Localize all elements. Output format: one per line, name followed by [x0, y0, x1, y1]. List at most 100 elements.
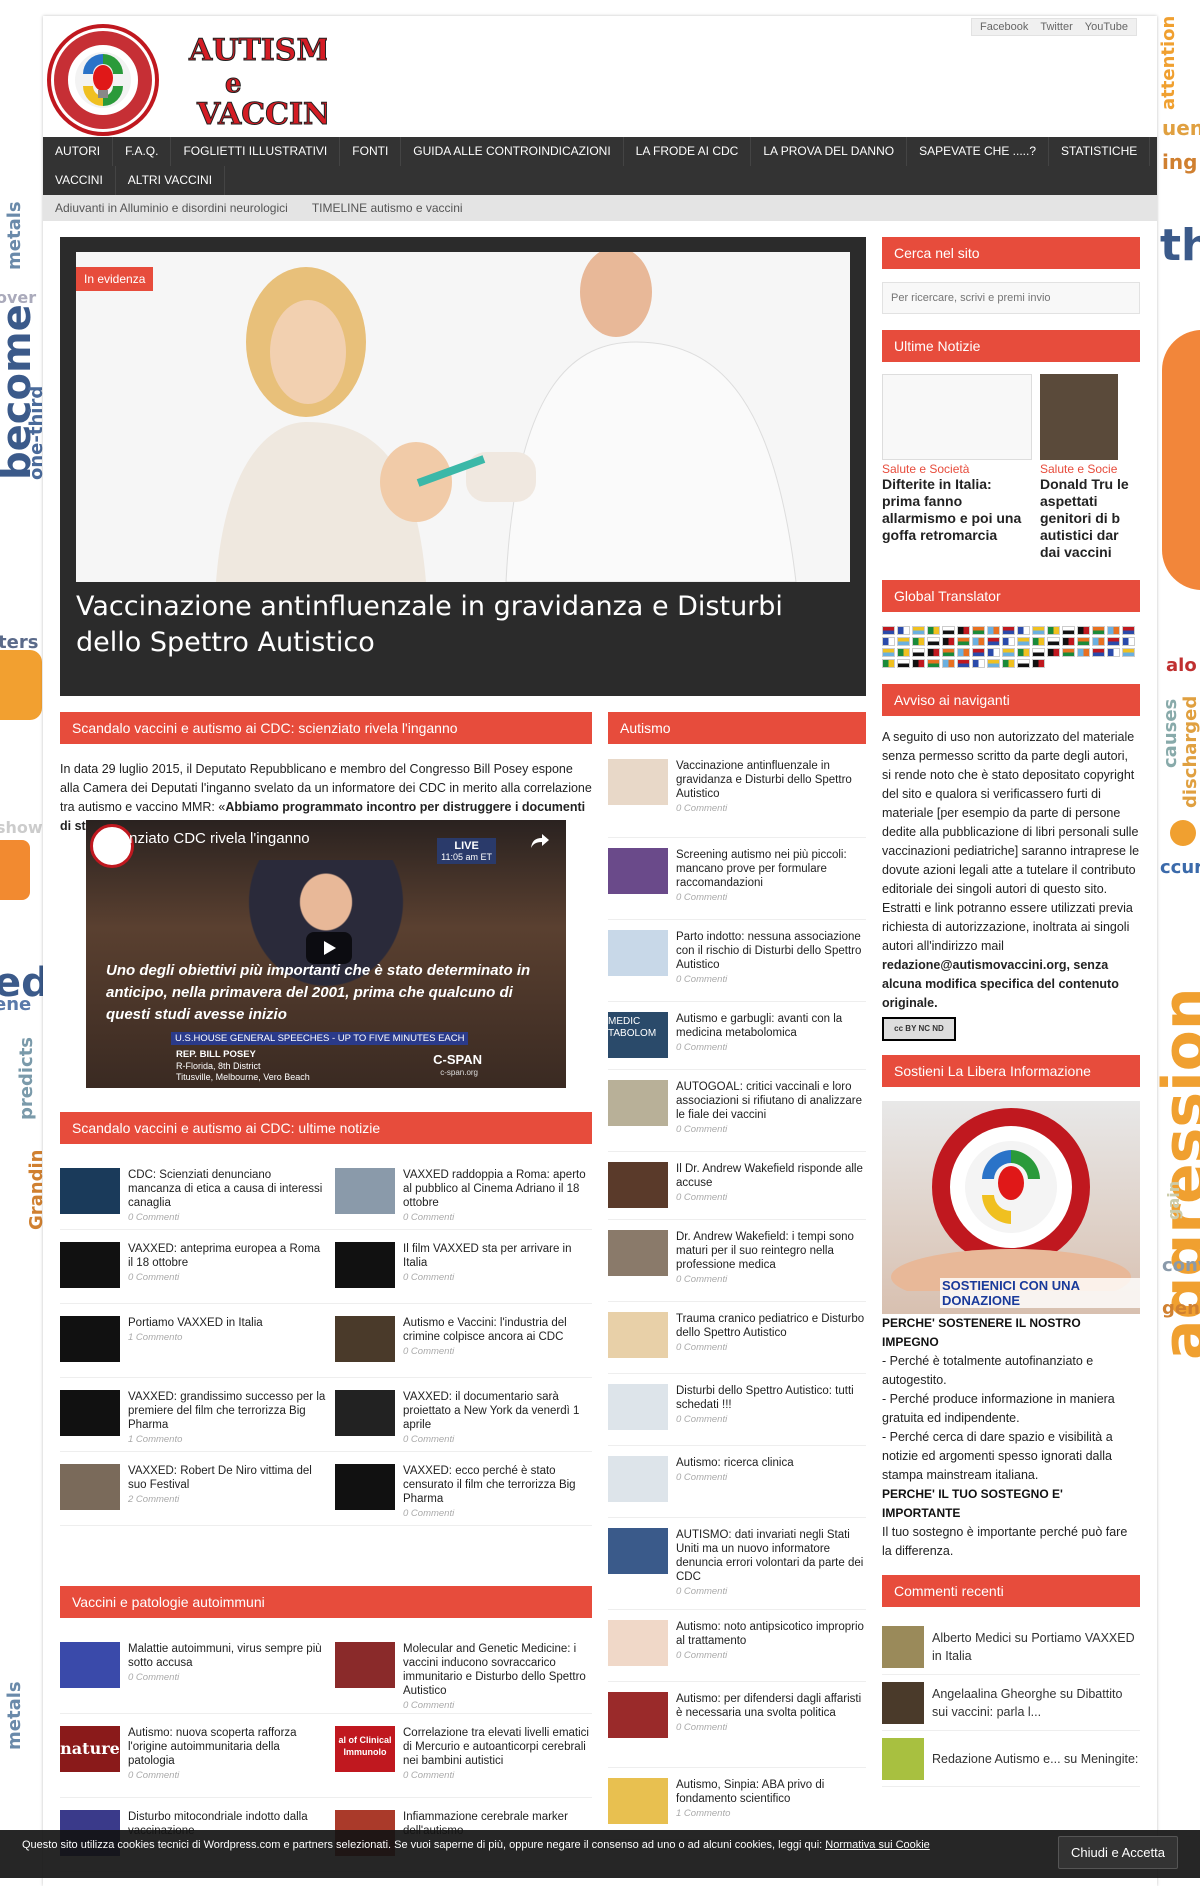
comment-count[interactable]: 0 Commenti [676, 1472, 794, 1483]
language-flag-icon[interactable] [987, 648, 1000, 657]
comment-count[interactable]: 2 Commenti [128, 1494, 326, 1505]
article-thumbnail[interactable] [335, 1642, 395, 1688]
language-flag-icon[interactable] [927, 648, 940, 657]
comment-count[interactable]: 0 Commenti [676, 974, 866, 985]
list-item[interactable]: Autismo: noto antipsicotico improprio al… [608, 1610, 866, 1682]
article-thumbnail[interactable] [608, 759, 668, 805]
list-item[interactable]: Portiamo VAXXED in Italia 1 Commento [60, 1304, 326, 1378]
list-item[interactable]: Autismo: ricerca clinica 0 Commenti [608, 1446, 866, 1518]
language-flag-icon[interactable] [1062, 648, 1075, 657]
cc-license-badge[interactable]: cc BY NC ND [882, 1017, 956, 1041]
twitter-link[interactable]: Twitter [1040, 21, 1072, 33]
list-item[interactable]: VAXXED: ecco perché è stato censurato il… [326, 1452, 592, 1526]
list-item[interactable]: Parto indotto: nessuna associazione con … [608, 920, 866, 1002]
article-thumbnail[interactable] [608, 1384, 668, 1430]
article-title[interactable]: VAXXED: il documentario sarà proiettato … [403, 1390, 592, 1432]
language-flag-icon[interactable] [912, 648, 925, 657]
article-thumbnail[interactable] [335, 1464, 395, 1510]
article-thumbnail[interactable] [608, 1528, 668, 1574]
article-thumbnail[interactable] [608, 1692, 668, 1738]
article-thumbnail[interactable] [60, 1642, 120, 1688]
article-title[interactable]: Parto indotto: nessuna associazione con … [676, 930, 866, 972]
comment-count[interactable]: 1 Commento [128, 1434, 326, 1445]
site-logo[interactable]: AUTISMO e VACCINI [47, 20, 356, 138]
comment-count[interactable]: 0 Commenti [403, 1508, 592, 1519]
article-thumbnail[interactable] [608, 1162, 668, 1208]
list-item[interactable]: Autismo: per difendersi dagli affaristi … [608, 1682, 866, 1768]
language-flag-icon[interactable] [1077, 648, 1090, 657]
translator-flags[interactable] [882, 626, 1140, 668]
nav-autori[interactable]: AUTORI [43, 137, 114, 166]
comment-count[interactable]: 0 Commenti [128, 1770, 326, 1781]
nav-frode[interactable]: LA FRODE AI CDC [624, 137, 752, 166]
article-thumbnail[interactable] [335, 1168, 395, 1214]
article-thumbnail[interactable] [1040, 374, 1118, 460]
nav-prova[interactable]: LA PROVA DEL DANNO [751, 137, 908, 166]
language-flag-icon[interactable] [987, 626, 1000, 635]
list-item[interactable]: VAXXED: Robert De Niro vittima del suo F… [60, 1452, 326, 1526]
language-flag-icon[interactable] [1122, 637, 1135, 646]
language-flag-icon[interactable] [1002, 659, 1015, 668]
nav-statistiche[interactable]: STATISTICHE [1049, 137, 1151, 166]
comment-count[interactable]: 0 Commenti [676, 1342, 866, 1353]
recent-comment-text[interactable]: Angelaalina Gheorghe su Dibattito sui va… [932, 1685, 1140, 1721]
recent-comment[interactable]: Alberto Medici su Portiamo VAXXED in Ita… [882, 1619, 1140, 1675]
article-title[interactable]: Molecular and Genetic Medicine: i vaccin… [403, 1642, 592, 1698]
comment-count[interactable]: 0 Commenti [403, 1770, 592, 1781]
article-title[interactable]: VAXXED: grandissimo successo per la prem… [128, 1390, 326, 1432]
language-flag-icon[interactable] [1017, 626, 1030, 635]
subnav-timeline[interactable]: TIMELINE autismo e vaccini [300, 201, 475, 215]
section-heading-cdc-news[interactable]: Scandalo vaccini e autismo ai CDC: ultim… [60, 1112, 592, 1144]
language-flag-icon[interactable] [882, 637, 895, 646]
article-thumbnail[interactable]: nature [60, 1726, 120, 1772]
article-title[interactable]: Malattie autoimmuni, virus sempre più so… [128, 1642, 326, 1670]
article-title[interactable]: VAXXED: ecco perché è stato censurato il… [403, 1464, 592, 1506]
article-thumbnail[interactable] [335, 1316, 395, 1362]
article-thumbnail[interactable] [882, 374, 1032, 460]
language-flag-icon[interactable] [1017, 637, 1030, 646]
featured-slider[interactable]: In evidenza Vaccinazione antinfluenzale … [60, 237, 866, 696]
language-flag-icon[interactable] [1062, 626, 1075, 635]
language-flag-icon[interactable] [1047, 637, 1060, 646]
language-flag-icon[interactable] [1092, 648, 1105, 657]
article-title[interactable]: Il Dr. Andrew Wakefield risponde alle ac… [676, 1162, 866, 1190]
article-title[interactable]: Autismo: nuova scoperta rafforza l'origi… [128, 1726, 326, 1768]
language-flag-icon[interactable] [972, 626, 985, 635]
language-flag-icon[interactable] [972, 659, 985, 668]
language-flag-icon[interactable] [1107, 637, 1120, 646]
article-title[interactable]: Autismo: ricerca clinica [676, 1456, 794, 1470]
list-item[interactable]: Dr. Andrew Wakefield: i tempi sono matur… [608, 1220, 866, 1302]
list-item[interactable]: AUTISMO: dati invariati negli Stati Unit… [608, 1518, 866, 1610]
list-item[interactable]: CDC: Scienziati denunciano mancanza di e… [60, 1156, 326, 1230]
list-item[interactable]: VAXXED: grandissimo successo per la prem… [60, 1378, 326, 1452]
nav-guida[interactable]: GUIDA ALLE CONTROINDICAZIONI [401, 137, 624, 166]
comment-count[interactable]: 0 Commenti [403, 1346, 592, 1357]
accept-cookies-button[interactable]: Chiudi e Accetta [1058, 1836, 1178, 1869]
language-flag-icon[interactable] [1047, 626, 1060, 635]
latest-item[interactable]: Salute e Socie Donald Tru le aspettati g… [1040, 374, 1140, 574]
cookie-policy-link[interactable]: Normativa sui Cookie [825, 1839, 930, 1851]
donate-image[interactable]: SOSTIENICI CON UNA DONAZIONE [882, 1101, 1140, 1314]
language-flag-icon[interactable] [1092, 637, 1105, 646]
section-heading-autismo[interactable]: Autismo [608, 712, 866, 744]
language-flag-icon[interactable] [1002, 637, 1015, 646]
nav-faq[interactable]: F.A.Q. [113, 137, 172, 166]
latest-title[interactable]: Donald Tru le aspettati genitori di b au… [1040, 476, 1140, 561]
search-input[interactable] [882, 282, 1140, 314]
language-flag-icon[interactable] [942, 637, 955, 646]
list-item[interactable]: Il film VAXXED sta per arrivare in Itali… [326, 1230, 592, 1304]
language-flag-icon[interactable] [972, 648, 985, 657]
featured-title[interactable]: Vaccinazione antinfluenzale in gravidanz… [76, 589, 850, 661]
latest-item[interactable]: Salute e Società Difterite in Italia: pr… [882, 374, 1032, 574]
recent-comment-text[interactable]: Redazione Autismo e... su Meningite: [932, 1750, 1138, 1768]
article-title[interactable]: Portiamo VAXXED in Italia [128, 1316, 263, 1330]
article-title[interactable]: Correlazione tra elevati livelli ematici… [403, 1726, 592, 1768]
article-title[interactable]: Autismo: noto antipsicotico improprio al… [676, 1620, 866, 1648]
language-flag-icon[interactable] [1032, 626, 1045, 635]
article-title[interactable]: Trauma cranico pediatrico e Disturbo del… [676, 1312, 866, 1340]
video-title[interactable]: Scienziato CDC rivela l'inganno [100, 830, 310, 847]
article-title[interactable]: Screening autismo nei più piccoli: manca… [676, 848, 866, 890]
list-item[interactable]: Autismo e Vaccini: l'industria del crimi… [326, 1304, 592, 1378]
list-item[interactable]: al of Clinical Immunolo Correlazione tra … [326, 1714, 592, 1798]
list-item[interactable]: Disturbi dello Spettro Autistico: tutti … [608, 1374, 866, 1446]
